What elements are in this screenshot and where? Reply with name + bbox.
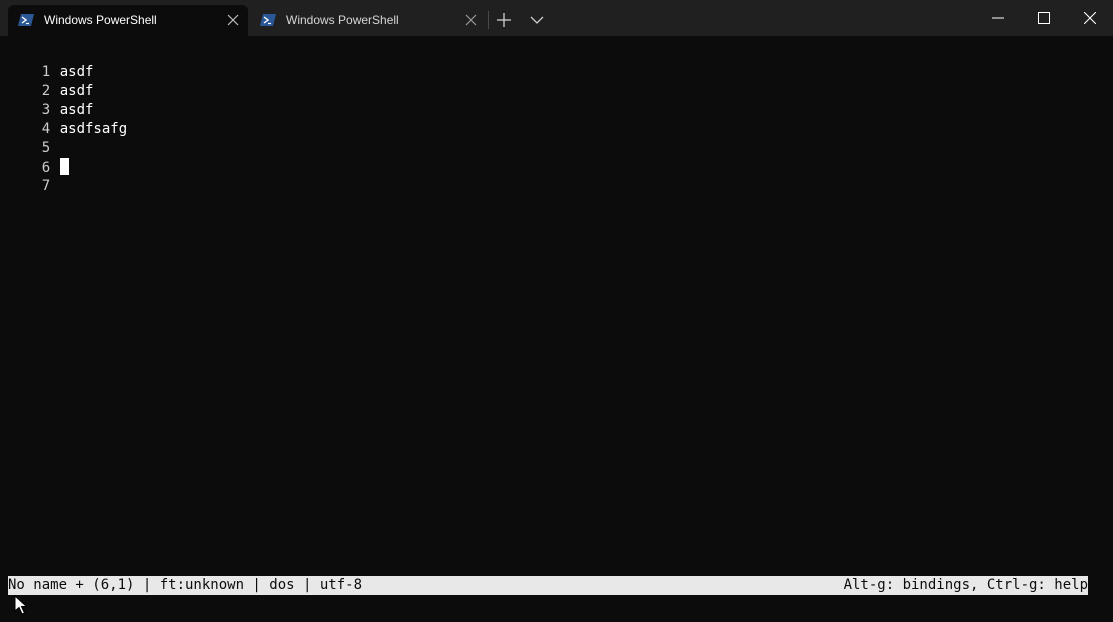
editor-line[interactable]: 3 asdf — [8, 82, 94, 118]
tab-divider — [488, 11, 489, 29]
title-bar: Windows PowerShell Windows PowerShell — [0, 0, 1113, 36]
terminal-area[interactable]: 1 asdf 2 asdf 3 asdf 4 asdfsafg 5 6 7 No nam… — [0, 36, 1113, 622]
status-help-hint: Alt-g: bindings, Ctrl-g: help — [843, 577, 1088, 593]
status-bar: No name + (6,1) | ft:unknown | dos | utf… — [8, 576, 1088, 595]
editor-line[interactable]: 5 — [8, 120, 60, 156]
editor-line[interactable]: 4 asdfsafg — [8, 101, 127, 137]
tab-powershell-2[interactable]: Windows PowerShell — [250, 5, 486, 36]
line-number: 7 — [41, 178, 51, 194]
editor-line[interactable]: 1 asdf — [8, 44, 94, 80]
editor-line[interactable]: 2 asdf — [8, 63, 94, 99]
minimize-icon — [992, 17, 1004, 19]
editor-line[interactable]: 7 — [8, 158, 60, 194]
editor-line[interactable]: 6 — [8, 139, 69, 176]
status-file-info: No name + (6,1) | ft:unknown | dos | utf… — [8, 577, 363, 593]
close-icon[interactable] — [464, 13, 478, 27]
powershell-icon — [260, 13, 276, 27]
text-cursor — [59, 158, 69, 175]
chevron-down-icon — [530, 16, 544, 24]
tab-dropdown-button[interactable] — [528, 11, 546, 29]
minimize-button[interactable] — [975, 0, 1021, 36]
close-icon — [1084, 12, 1096, 24]
close-icon[interactable] — [226, 13, 240, 27]
mouse-pointer-icon — [14, 594, 28, 615]
maximize-icon — [1038, 12, 1050, 24]
new-tab-button[interactable] — [495, 11, 513, 29]
plus-icon — [497, 13, 511, 27]
close-window-button[interactable] — [1067, 0, 1113, 36]
tab-title: Windows PowerShell — [286, 13, 399, 27]
line-text[interactable]: asdfsafg — [60, 121, 127, 137]
tab-title: Windows PowerShell — [44, 13, 157, 27]
maximize-button[interactable] — [1021, 0, 1067, 36]
powershell-icon — [18, 13, 34, 27]
tab-powershell-1[interactable]: Windows PowerShell — [8, 5, 248, 36]
